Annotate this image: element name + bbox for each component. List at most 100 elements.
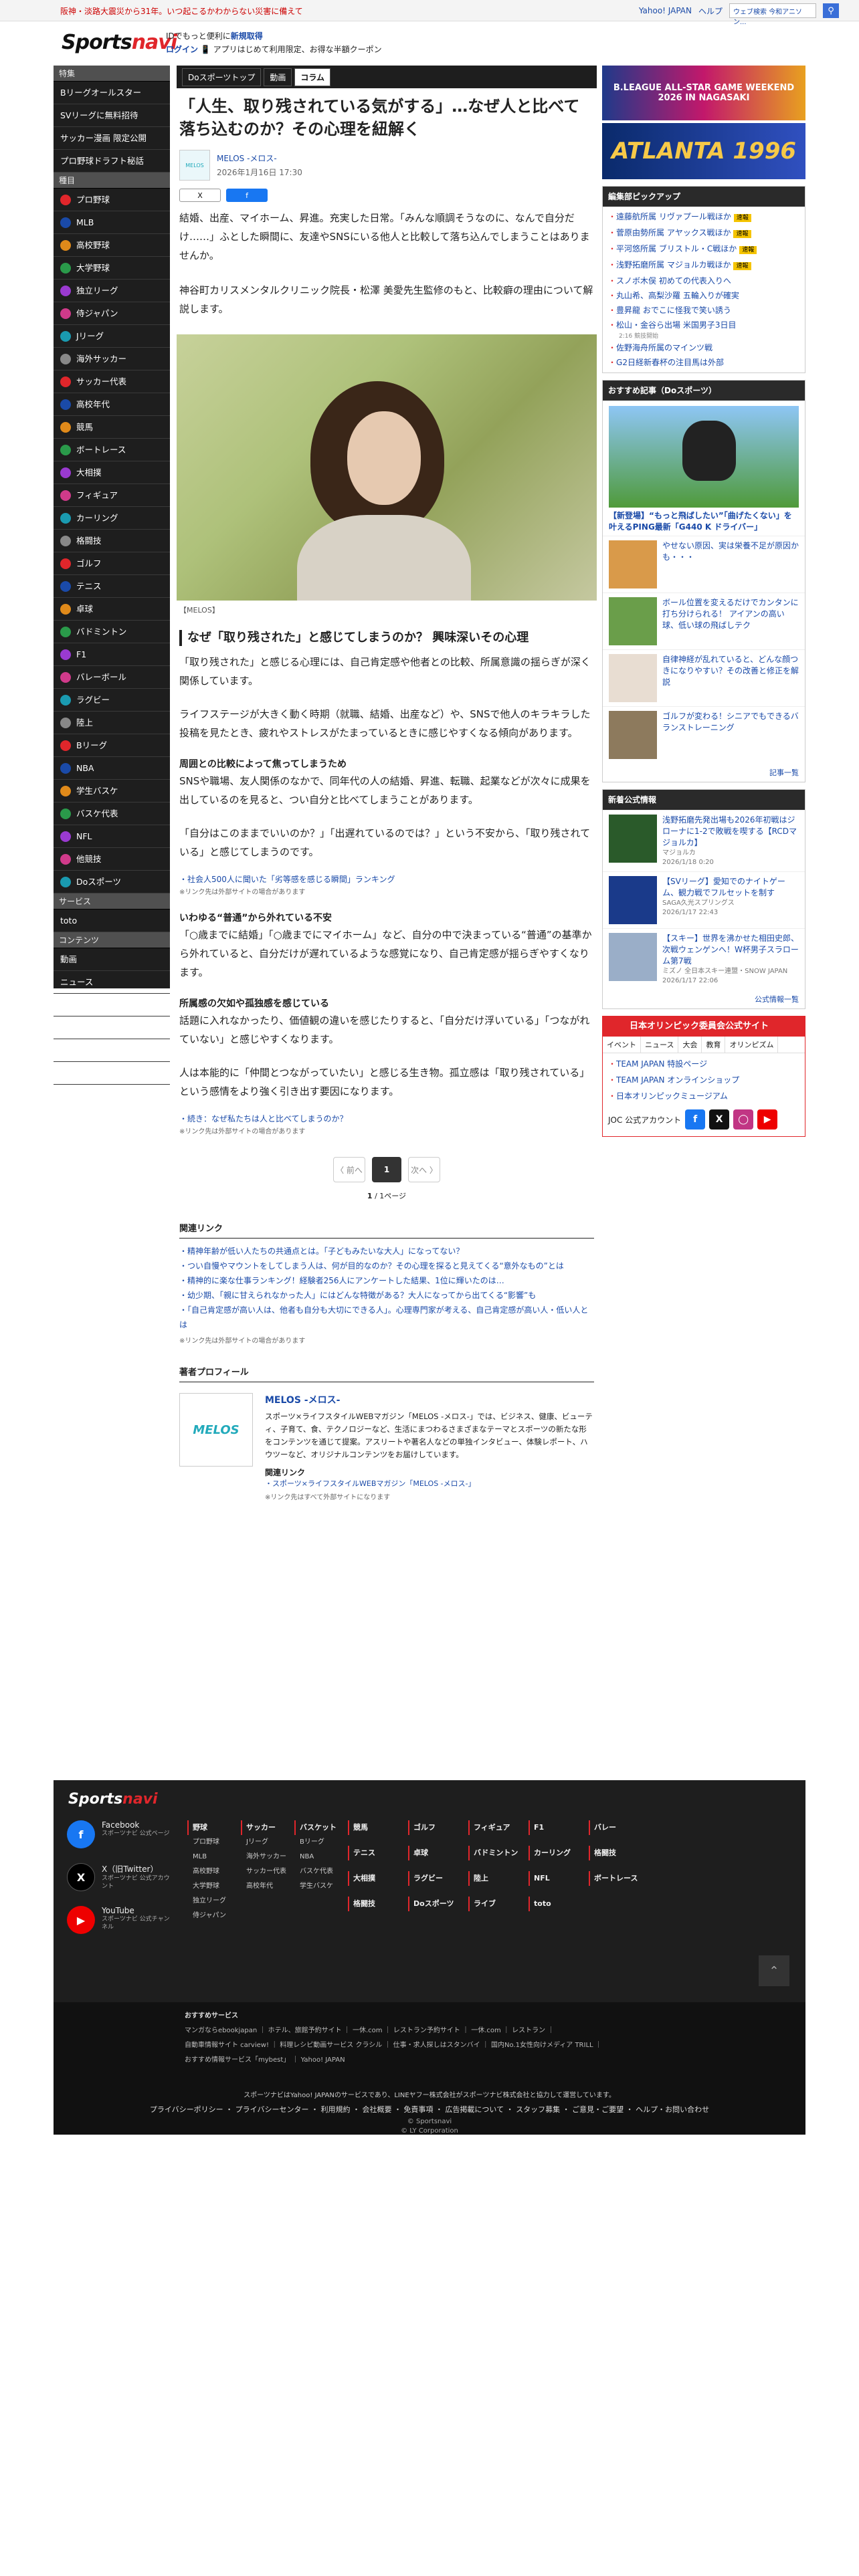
list-item[interactable]: TEAM JAPAN 特設ページ bbox=[608, 1056, 799, 1072]
do-feature-link[interactable]: 【新登場】“もっと飛ばしたい”「曲げたくない」を叶えるPING最新「G440 K… bbox=[603, 508, 805, 536]
sidebar-item[interactable]: フィギュア bbox=[54, 484, 170, 507]
sidebar-item[interactable]: ラグビー bbox=[54, 689, 170, 712]
sidebar-item[interactable]: 高校年代 bbox=[54, 393, 170, 416]
sidebar-item[interactable]: 卓球 bbox=[54, 598, 170, 621]
sidebar-item[interactable]: MLB bbox=[54, 211, 170, 234]
sidebar-item[interactable]: 侍ジャパン bbox=[54, 302, 170, 325]
list-item[interactable]: 菅原由勢所属 アヤックス戦ほか速報 bbox=[608, 225, 799, 241]
list-item[interactable]: 丸山希、高梨沙羅 五輪入りが確実 bbox=[608, 288, 799, 303]
list-item[interactable]: つい自慢やマウントをしてしまう人は、何が目的なのか？その心理を探ると見えてくる“… bbox=[179, 1259, 594, 1273]
footer-link[interactable]: ライブ bbox=[468, 1897, 496, 1911]
sidebar-item[interactable]: カーリング bbox=[54, 507, 170, 530]
list-item[interactable]: 【SVリーグ】愛知でのナイトゲーム、観力戦でフルセットを制す SAGA久光スプリン… bbox=[603, 871, 805, 928]
sidebar-item[interactable]: バドミントン bbox=[54, 621, 170, 643]
list-item[interactable]: G2日経新春杯の注目馬は外部 bbox=[608, 355, 799, 370]
footer-link[interactable]: テニス bbox=[348, 1846, 375, 1860]
list-item[interactable]: 精神年齢が低い人たちの共通点とは。「子どもみたいな大人」になってない？ bbox=[179, 1244, 594, 1259]
facebook-icon[interactable]: f bbox=[685, 1109, 706, 1130]
tab-video[interactable]: 動画 bbox=[264, 68, 292, 86]
sidebar-item[interactable]: 独立リーグ bbox=[54, 280, 170, 302]
footer-link[interactable]: カーリング bbox=[529, 1846, 571, 1860]
sidebar-item[interactable]: NBA bbox=[54, 757, 170, 780]
list-item[interactable]: ゴルフが変わる！シニアでもできるバランストレーニング bbox=[603, 706, 805, 763]
sidebar-item[interactable]: toto bbox=[54, 909, 170, 932]
footer-sublink[interactable]: 高校野球 bbox=[187, 1864, 226, 1879]
footer-sublink[interactable]: NBA bbox=[294, 1850, 337, 1864]
sidebar-item[interactable]: 公式情報 bbox=[54, 1016, 170, 1039]
footer-link[interactable]: ボートレース bbox=[589, 1871, 638, 1886]
sidebar-item[interactable]: 陸上 bbox=[54, 712, 170, 734]
joc-tab[interactable]: オリンピズム bbox=[725, 1037, 779, 1053]
list-item[interactable]: 浅野拓磨先発出場も2026年初戦はジローナに1-2で敗戦を喫する【RCDマジョル… bbox=[603, 810, 805, 871]
joc-title[interactable]: 日本オリンピック委員会公式サイト bbox=[603, 1016, 805, 1037]
list-item[interactable]: スノボ木俣 初めての代表入りへ bbox=[608, 274, 799, 288]
footer-link[interactable]: バドミントン bbox=[468, 1846, 518, 1860]
register-link[interactable]: 新規取得 bbox=[231, 31, 263, 41]
do-more-link[interactable]: 記事一覧 bbox=[603, 763, 805, 782]
sidebar-item[interactable]: サッカー漫画 限定公開 bbox=[54, 127, 170, 150]
list-item[interactable]: 佐野海舟所属のマインツ戦 bbox=[608, 340, 799, 355]
footer-sublink[interactable]: プロ野球 bbox=[187, 1835, 226, 1850]
web-search-input[interactable]: ウェブ検索 今和アニソン... bbox=[729, 3, 816, 26]
sidebar-item[interactable]: ニュース bbox=[54, 971, 170, 994]
sidebar-item[interactable]: ライブ配信 bbox=[54, 1039, 170, 1062]
disaster-alert-link[interactable]: 阪神・淡路大震災から31年。いつ起こるかわからない災害に備えて bbox=[60, 5, 303, 17]
list-item[interactable]: 豊昇龍 おでこに怪我で笑い誘う bbox=[608, 303, 799, 318]
footer-link[interactable]: ゴルフ bbox=[408, 1820, 436, 1835]
sidebar-item[interactable]: ボートレース bbox=[54, 439, 170, 461]
share-facebook-button[interactable]: f bbox=[226, 189, 268, 202]
continue-link[interactable]: ・続き：なぜ私たちは人と比べてしまうのか？ bbox=[179, 1114, 348, 1123]
share-x-button[interactable]: X bbox=[179, 189, 221, 202]
footer-sublink[interactable]: 学生バスケ bbox=[294, 1879, 337, 1894]
sidebar-item[interactable]: 海外サッカー bbox=[54, 348, 170, 370]
footer-link[interactable]: 野球 bbox=[187, 1820, 226, 1835]
footer-link[interactable]: 競馬 bbox=[348, 1820, 368, 1835]
atlanta-banner[interactable]: ATLANTA 1996 bbox=[602, 123, 805, 179]
sidebar-item[interactable]: 今日の予定 bbox=[54, 1062, 170, 1085]
sidebar-item[interactable]: バレーボール bbox=[54, 666, 170, 689]
author-avatar[interactable]: MELOS bbox=[179, 150, 210, 181]
footer-youtube[interactable]: ▶ YouTube スポーツナビ 公式チャンネル bbox=[67, 1906, 174, 1934]
sidebar-item[interactable]: 他競技 bbox=[54, 848, 170, 871]
tab-do-sports-top[interactable]: Doスポーツトップ bbox=[182, 68, 262, 86]
joc-tab[interactable]: 大会 bbox=[678, 1037, 702, 1053]
profile-related-link[interactable]: ・スポーツ×ライフスタイルWEBマガジン「MELOS -メロス-」 bbox=[265, 1479, 476, 1488]
list-item[interactable]: 平河悠所属 ブリストル・C戦ほか速報 bbox=[608, 241, 799, 257]
footer-link[interactable]: F1 bbox=[529, 1820, 544, 1835]
footer-links[interactable]: プライバシーポリシー ・ プライバシーセンター ・ 利用規約 ・ 会社概要 ・ … bbox=[54, 2104, 805, 2115]
prev-page-button[interactable]: 〈 前へ bbox=[333, 1157, 365, 1182]
footer-link[interactable]: 卓球 bbox=[408, 1846, 428, 1860]
login-link[interactable]: ログイン bbox=[166, 45, 198, 54]
x-icon[interactable]: X bbox=[709, 1109, 730, 1130]
official-more-link[interactable]: 公式情報一覧 bbox=[603, 990, 805, 1008]
footer-link[interactable]: 格闘技 bbox=[589, 1846, 616, 1860]
sidebar-item[interactable]: NFL bbox=[54, 825, 170, 848]
help-link[interactable]: ヘルプ bbox=[698, 5, 723, 17]
sidebar-item[interactable]: 競馬 bbox=[54, 416, 170, 439]
sidebar-item[interactable]: ゴルフ bbox=[54, 552, 170, 575]
profile-name[interactable]: MELOS -メロス- bbox=[265, 1393, 594, 1406]
sidebar-item[interactable]: コラム bbox=[54, 994, 170, 1016]
sidebar-item[interactable]: Bリーグ bbox=[54, 734, 170, 757]
sidebar-item[interactable]: F1 bbox=[54, 643, 170, 666]
list-item[interactable]: やせない原因、実は栄養不足が原因かも・・・ bbox=[603, 536, 805, 593]
sidebar-item[interactable]: 大学野球 bbox=[54, 257, 170, 280]
sidebar-item[interactable]: バスケ代表 bbox=[54, 802, 170, 825]
list-item[interactable]: 【スキー】世界を沸かせた相田史郎、次戦ウェンゲンへ！W杯男子スラローム第7戦 ミズ… bbox=[603, 928, 805, 990]
list-item[interactable]: 浅野拓磨所属 マジョルカ戦ほか速報 bbox=[608, 257, 799, 274]
sidebar-item[interactable]: プロ野球ドラフト秘話 bbox=[54, 150, 170, 173]
footer-link[interactable]: サッカー bbox=[241, 1820, 286, 1835]
footer-link[interactable]: 格闘技 bbox=[348, 1897, 375, 1911]
footer-link[interactable]: 大相撲 bbox=[348, 1871, 375, 1886]
footer-facebook[interactable]: f Facebook スポーツナビ 公式ページ bbox=[67, 1820, 174, 1848]
list-item[interactable]: 精神的に楽な仕事ランキング！経験者256人にアンケートした結果、1位に輝いたのは… bbox=[179, 1273, 594, 1288]
footer-x[interactable]: X X（旧Twitter） スポーツナビ 公式アカウント bbox=[67, 1863, 174, 1891]
author-link[interactable]: MELOS -メロス- bbox=[217, 152, 302, 164]
list-item[interactable]: 自律神経が乱れていると、どんな顔つきになりやすい？その改善と修正を解説 bbox=[603, 649, 805, 706]
next-page-button[interactable]: 次へ 〉 bbox=[408, 1157, 440, 1182]
footer-sublink[interactable]: 海外サッカー bbox=[241, 1850, 286, 1864]
current-page[interactable]: 1 bbox=[372, 1157, 401, 1182]
list-item[interactable]: 日本オリンピックミュージアム bbox=[608, 1088, 799, 1104]
back-to-top-icon[interactable]: ⌃ bbox=[759, 1955, 789, 1986]
footer-sublink[interactable]: バスケ代表 bbox=[294, 1864, 337, 1879]
